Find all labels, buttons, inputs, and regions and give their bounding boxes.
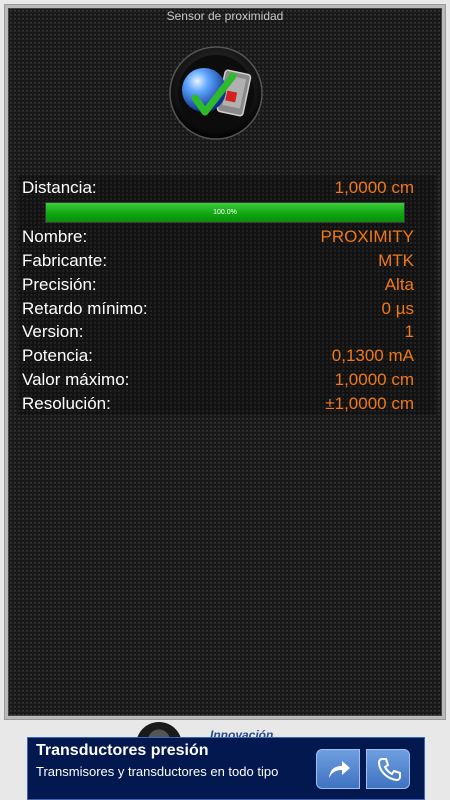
detail-label: Valor máximo: bbox=[22, 370, 130, 389]
detail-label: Potencia: bbox=[22, 346, 93, 365]
screen-title: Sensor de proximidad bbox=[166, 9, 284, 23]
proximity-sensor-icon bbox=[169, 46, 263, 140]
detail-value: 1 bbox=[404, 322, 414, 341]
detail-value: 1,0000 cm bbox=[334, 370, 414, 389]
phone-icon bbox=[377, 758, 401, 781]
detail-value: 0,1300 mA bbox=[331, 346, 414, 365]
distance-value: 1,0000 cm bbox=[334, 178, 414, 197]
detail-value: 0 µs bbox=[381, 299, 414, 318]
ad-call-button[interactable] bbox=[366, 749, 410, 789]
ad-share-button[interactable] bbox=[316, 749, 360, 789]
detail-label: Precisión: bbox=[22, 275, 97, 294]
detail-label: Nombre: bbox=[22, 227, 88, 246]
detail-value: MTK bbox=[378, 251, 414, 270]
detail-row-min-delay: Retardo mínimo: 0 µs bbox=[22, 298, 414, 320]
distance-row: Distancia: 1,0000 cm bbox=[22, 177, 414, 199]
ad-banner[interactable]: Transductores presión Transmisores y tra… bbox=[27, 737, 425, 800]
progress-text: 100.0% bbox=[213, 209, 237, 216]
detail-row-resolution: Resolución: ±1,0000 cm bbox=[22, 393, 414, 415]
detail-label: Fabricante: bbox=[22, 251, 108, 270]
detail-row-max-value: Valor máximo: 1,0000 cm bbox=[22, 369, 414, 391]
distance-label: Distancia: bbox=[22, 178, 97, 197]
detail-value: Alta bbox=[384, 275, 414, 294]
detail-row-name: Nombre: PROXIMITY bbox=[22, 226, 414, 248]
detail-value: ±1,0000 cm bbox=[325, 394, 414, 413]
ad-headline[interactable]: Transductores presión bbox=[36, 742, 209, 760]
share-arrow-icon bbox=[329, 761, 350, 778]
detail-label: Retardo mínimo: bbox=[22, 299, 148, 318]
detail-row-manufacturer: Fabricante: MTK bbox=[22, 250, 414, 272]
detail-row-precision: Precisión: Alta bbox=[22, 274, 414, 296]
distance-progress-bar: 100.0% bbox=[45, 202, 405, 223]
ad-subtext[interactable]: Transmisores y transductores en todo tip… bbox=[36, 764, 278, 779]
detail-row-version: Version: 1 bbox=[22, 321, 414, 343]
detail-label: Version: bbox=[22, 322, 84, 341]
detail-value: PROXIMITY bbox=[320, 227, 414, 246]
detail-label: Resolución: bbox=[22, 394, 111, 413]
detail-row-power: Potencia: 0,1300 mA bbox=[22, 345, 414, 367]
